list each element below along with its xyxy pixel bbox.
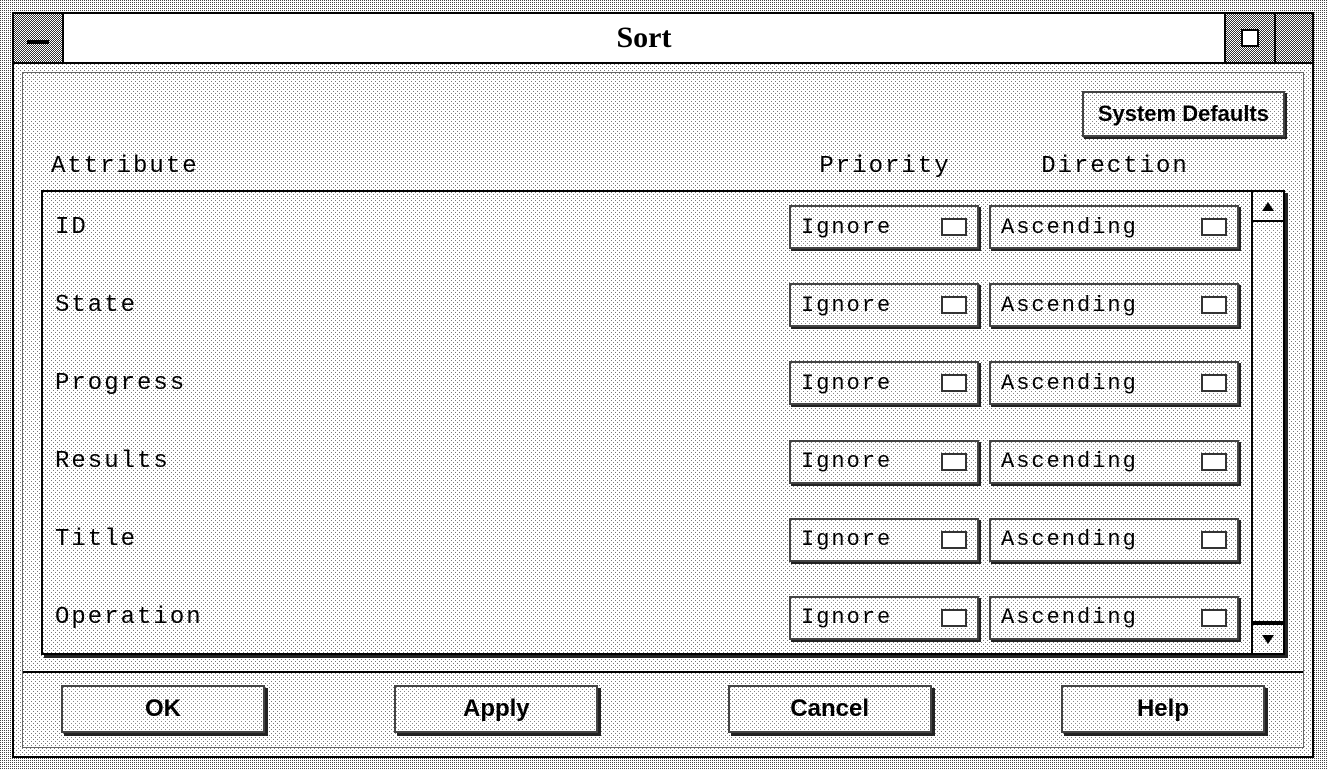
client-inner: System Defaults Attribute Priority Direc…	[22, 72, 1304, 748]
priority-option-menu[interactable]: Ignore	[789, 361, 979, 405]
column-headers: Attribute Priority Direction	[41, 153, 1285, 190]
table-row: Progress Ignore Ascending	[55, 354, 1239, 412]
option-menu-icon	[941, 296, 967, 314]
header-direction: Direction	[1041, 153, 1189, 180]
separator	[23, 671, 1303, 673]
table-row: Title Ignore Ascending	[55, 511, 1239, 569]
priority-option-menu[interactable]: Ignore	[789, 518, 979, 562]
attribute-name: Progress	[55, 370, 789, 397]
option-menu-icon	[941, 531, 967, 549]
priority-value: Ignore	[801, 605, 931, 630]
client-area: System Defaults Attribute Priority Direc…	[14, 64, 1312, 756]
option-menu-icon	[941, 453, 967, 471]
header-attribute: Attribute	[51, 153, 199, 180]
window-menu-icon	[27, 40, 49, 44]
direction-option-menu[interactable]: Ascending	[989, 205, 1239, 249]
scroll-up-button[interactable]	[1253, 192, 1283, 222]
direction-option-menu[interactable]: Ascending	[989, 440, 1239, 484]
priority-value: Ignore	[801, 215, 931, 240]
option-menu-icon	[1201, 609, 1227, 627]
option-menu-icon	[1201, 374, 1227, 392]
priority-option-menu[interactable]: Ignore	[789, 205, 979, 249]
direction-value: Ascending	[1001, 449, 1191, 474]
option-menu-icon	[1201, 531, 1227, 549]
table-row: ID Ignore Ascending	[55, 198, 1239, 256]
option-menu-icon	[941, 609, 967, 627]
priority-value: Ignore	[801, 293, 931, 318]
direction-value: Ascending	[1001, 371, 1191, 396]
titlebar-drag-area[interactable]: Sort	[64, 14, 1224, 62]
attribute-list-frame: ID Ignore Ascending	[41, 190, 1285, 655]
desktop: Sort System Defaults Attribute Priority …	[0, 0, 1328, 770]
ok-button[interactable]: OK	[61, 685, 265, 733]
direction-value: Ascending	[1001, 527, 1191, 552]
option-menu-icon	[941, 374, 967, 392]
option-menu-icon	[1201, 296, 1227, 314]
priority-option-menu[interactable]: Ignore	[789, 283, 979, 327]
option-menu-icon	[1201, 218, 1227, 236]
attribute-name: Operation	[55, 604, 789, 631]
scroll-trough[interactable]	[1253, 222, 1283, 623]
priority-option-menu[interactable]: Ignore	[789, 596, 979, 640]
system-defaults-button[interactable]: System Defaults	[1082, 91, 1285, 137]
window-title: Sort	[603, 21, 686, 55]
window-menu-button[interactable]	[14, 14, 64, 62]
table-row: Operation Ignore Ascending	[55, 589, 1239, 647]
cancel-button[interactable]: Cancel	[728, 685, 932, 733]
priority-value: Ignore	[801, 527, 931, 552]
direction-value: Ascending	[1001, 293, 1191, 318]
direction-option-menu[interactable]: Ascending	[989, 518, 1239, 562]
maximize-button[interactable]	[1224, 14, 1274, 62]
help-button[interactable]: Help	[1061, 685, 1265, 733]
direction-value: Ascending	[1001, 215, 1191, 240]
titlebar: Sort	[14, 14, 1312, 64]
option-menu-icon	[1201, 453, 1227, 471]
vertical-scrollbar[interactable]	[1251, 192, 1283, 653]
direction-option-menu[interactable]: Ascending	[989, 361, 1239, 405]
attribute-name: ID	[55, 214, 789, 241]
attribute-list: ID Ignore Ascending	[43, 192, 1251, 653]
attribute-name: State	[55, 292, 789, 319]
chevron-up-icon	[1262, 202, 1274, 211]
attribute-name: Results	[55, 448, 789, 475]
scroll-down-button[interactable]	[1253, 623, 1283, 653]
maximize-icon	[1241, 29, 1259, 47]
option-menu-icon	[941, 218, 967, 236]
table-row: Results Ignore Ascending	[55, 433, 1239, 491]
sort-dialog-window: Sort System Defaults Attribute Priority …	[12, 12, 1314, 758]
priority-value: Ignore	[801, 449, 931, 474]
direction-option-menu[interactable]: Ascending	[989, 283, 1239, 327]
scroll-thumb[interactable]	[1253, 222, 1283, 623]
table-row: State Ignore Ascending	[55, 276, 1239, 334]
attribute-name: Title	[55, 526, 789, 553]
direction-option-menu[interactable]: Ascending	[989, 596, 1239, 640]
direction-value: Ascending	[1001, 605, 1191, 630]
header-priority: Priority	[819, 153, 950, 180]
priority-value: Ignore	[801, 371, 931, 396]
apply-button[interactable]: Apply	[394, 685, 598, 733]
priority-option-menu[interactable]: Ignore	[789, 440, 979, 484]
system-defaults-row: System Defaults	[41, 91, 1285, 137]
chevron-down-icon	[1262, 635, 1274, 644]
titlebar-right-spacer	[1274, 14, 1312, 62]
action-button-row: OK Apply Cancel Help	[41, 685, 1285, 733]
